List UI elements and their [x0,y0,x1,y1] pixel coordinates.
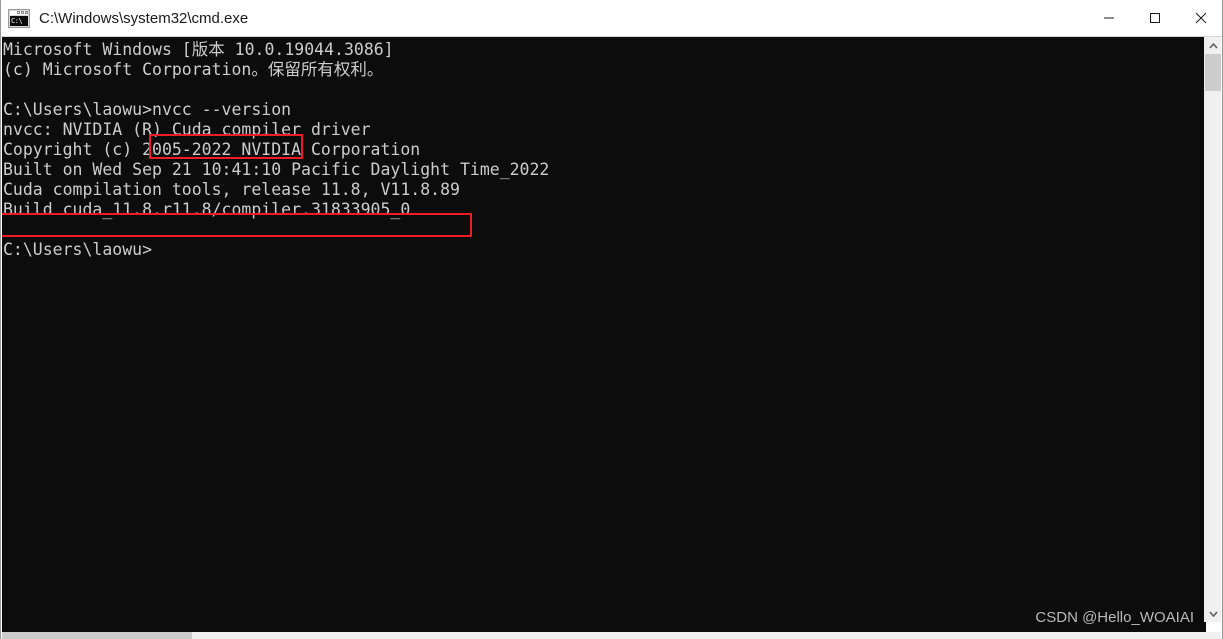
minimize-button[interactable] [1086,0,1132,36]
console-lines: Microsoft Windows [版本 10.0.19044.3086] (c… [2,40,1206,260]
close-button[interactable] [1178,0,1222,36]
terminal-output-area[interactable]: Microsoft Windows [版本 10.0.19044.3086] (c… [2,37,1206,632]
cmd-icon-screen: C:\ [10,15,28,26]
window-title: C:\Windows\system32\cmd.exe [39,9,249,27]
console-line: Build cuda_11.8.r11.8/compiler.31833905_… [3,200,411,219]
console-line: Copyright (c) 2005-2022 NVIDIA Corporati… [3,140,421,159]
horizontal-scrollbar-thumb[interactable] [2,632,192,639]
vertical-scrollbar[interactable] [1204,37,1221,622]
console-line: Cuda compilation tools, release 11.8, V1… [3,180,460,199]
cmd-icon-dot [25,10,28,14]
title-bar[interactable]: C:\ C:\Windows\system32\cmd.exe [1,0,1222,37]
watermark-text: CSDN @Hello_WOAIAI [1035,609,1194,626]
window-controls [1086,0,1222,36]
console-line: C:\Users\laowu> [3,240,153,259]
maximize-button[interactable] [1132,0,1178,36]
console-line: Built on Wed Sep 21 10:41:10 Pacific Day… [3,160,550,179]
cmd-icon-dot [21,10,24,14]
scroll-down-arrow-icon[interactable] [1205,605,1221,622]
cmd-icon-dot [17,10,20,14]
scroll-up-arrow-icon[interactable] [1205,37,1221,54]
cmd-window: C:\ C:\Windows\system32\cmd.exe Microsof… [0,0,1223,639]
horizontal-scrollbar[interactable] [2,632,1206,639]
vertical-scrollbar-track[interactable] [1205,91,1221,605]
console-line: C:\Users\laowu>nvcc --version [3,100,292,119]
vertical-scrollbar-thumb[interactable] [1205,54,1221,91]
console-line: nvcc: NVIDIA (R) Cuda compiler driver [3,120,371,139]
cmd-icon: C:\ [8,8,30,28]
scrollbar-corner [1204,632,1221,639]
console-line: (c) Microsoft Corporation。保留所有权利。 [3,60,384,79]
console-line: Microsoft Windows [版本 10.0.19044.3086] [3,40,394,59]
